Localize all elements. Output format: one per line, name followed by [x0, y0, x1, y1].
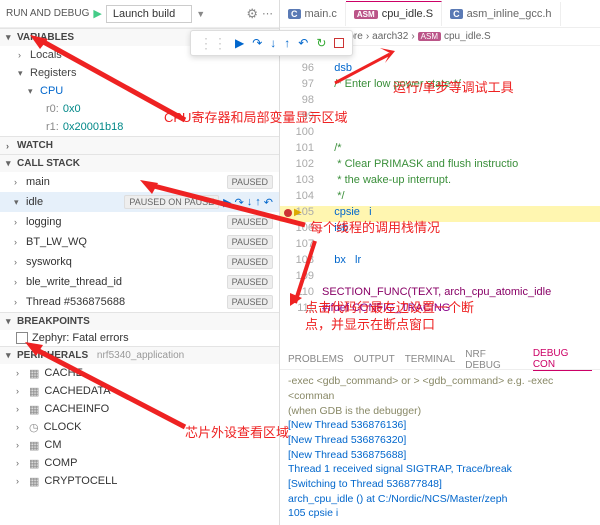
callstack-thread[interactable]: ›ble_write_thread_idPAUSED — [0, 272, 279, 292]
more-icon[interactable]: ⋯ — [262, 7, 273, 20]
code-line[interactable]: 106 isb — [280, 222, 600, 238]
breakpoint-item[interactable]: Zephyr: Fatal errors — [0, 330, 279, 346]
breakpoints-section[interactable]: ▾BREAKPOINTS — [0, 313, 279, 330]
callstack-thread[interactable]: ›Thread #536875688PAUSED — [0, 292, 279, 312]
register-r1: r1: 0x20001b18 — [0, 118, 279, 136]
editor-tabs: Cmain.c ASMcpu_idle.S Casm_inline_gcc.h — [280, 0, 600, 28]
tab-nrf-debug[interactable]: NRF DEBUG — [465, 349, 523, 371]
play-icon[interactable]: ▶ — [93, 7, 101, 20]
code-line[interactable]: 96 dsb — [280, 62, 600, 78]
callstack-section[interactable]: ▾CALL STACK — [0, 155, 279, 172]
tab-main-c[interactable]: Cmain.c — [280, 2, 346, 26]
code-line[interactable]: 103 * the wake-up interrupt. — [280, 174, 600, 190]
code-line[interactable]: ▶105 cpsie i — [280, 206, 600, 222]
watch-section[interactable]: ›WATCH — [0, 137, 279, 154]
peripheral-item[interactable]: ›▦CACHEDATA — [0, 382, 279, 400]
code-line[interactable]: 97 /* Enter low power state */ — [280, 78, 600, 94]
step-back-icon[interactable]: ↶ — [298, 36, 308, 50]
code-editor[interactable]: 9596 dsb97 /* Enter low power state */98… — [280, 46, 600, 350]
code-line[interactable]: 107 — [280, 238, 600, 254]
code-line[interactable]: 102 * Clear PRIMASK and flush instructio — [280, 158, 600, 174]
launch-config-dropdown[interactable]: Launch build — [106, 5, 192, 23]
peripheral-item[interactable]: ›▦CACHEINFO — [0, 400, 279, 418]
tab-problems[interactable]: PROBLEMS — [288, 354, 344, 365]
registers-row[interactable]: ▾Registers — [0, 64, 279, 82]
checkbox-icon[interactable] — [16, 332, 28, 344]
restart-icon[interactable]: ↻ — [316, 36, 326, 50]
debug-toolbar: ⋮⋮ ▶ ↷ ↓ ↑ ↶ ↻ — [280, 30, 353, 56]
code-line[interactable]: 104 */ — [280, 190, 600, 206]
code-line[interactable]: 100 — [280, 126, 600, 142]
tab-cpu-idle[interactable]: ASMcpu_idle.S — [346, 1, 442, 26]
code-line[interactable]: 109 — [280, 270, 600, 286]
peripherals-section[interactable]: ▾PERIPHERALS nrf5340_application — [0, 347, 279, 364]
code-line[interactable]: 99 — [280, 110, 600, 126]
tab-debug-console[interactable]: DEBUG CON — [533, 348, 592, 371]
callstack-thread[interactable]: ›mainPAUSED — [0, 172, 279, 192]
peripheral-item[interactable]: ›◷CLOCK — [0, 418, 279, 436]
cpu-row[interactable]: ▾CPU — [0, 82, 279, 100]
tab-output[interactable]: OUTPUT — [354, 354, 395, 365]
run-debug-title: RUN AND DEBUG — [6, 8, 89, 19]
tab-asm-gcc[interactable]: Casm_inline_gcc.h — [442, 2, 561, 26]
callstack-thread[interactable]: ›BT_LW_WQPAUSED — [0, 232, 279, 252]
callstack-thread[interactable]: ›sysworkqPAUSED — [0, 252, 279, 272]
code-line[interactable]: 108 bx lr — [280, 254, 600, 270]
step-out-icon[interactable]: ↑ — [284, 36, 290, 50]
run-debug-topbar: RUN AND DEBUG ▶ Launch build ▼ ⚙ ⋯ — [0, 0, 279, 28]
stop-icon[interactable] — [334, 38, 344, 48]
peripheral-item[interactable]: ›▦CM — [0, 436, 279, 454]
chevron-down-icon[interactable]: ▼ — [196, 9, 205, 19]
callstack-thread[interactable]: ▾idlePAUSED ON PAUSE▶↷↓↑↶ — [0, 192, 279, 212]
peripheral-item[interactable]: ›▦CACHE — [0, 364, 279, 382]
code-line[interactable]: 110SECTION_FUNC(TEXT, arch_cpu_atomic_id… — [280, 286, 600, 302]
peripheral-item[interactable]: ›▦CRYPTOCELL — [0, 472, 279, 490]
tab-terminal[interactable]: TERMINAL — [405, 354, 456, 365]
callstack-thread[interactable]: ›loggingPAUSED — [0, 212, 279, 232]
peripheral-item[interactable]: ›▦COMP — [0, 454, 279, 472]
gear-icon[interactable]: ⚙ — [246, 6, 258, 22]
terminal-tabs: PROBLEMS OUTPUT TERMINAL NRF DEBUG DEBUG… — [280, 350, 600, 370]
debug-console[interactable]: -exec <gdb_command> or > <gdb_command> e… — [280, 370, 600, 525]
code-line[interactable]: 98 — [280, 94, 600, 110]
register-r0: r0: 0x0 — [0, 100, 279, 118]
code-line[interactable]: 111#ifdef CONFIG_TRACING — [280, 302, 600, 318]
code-line[interactable]: 101 /* — [280, 142, 600, 158]
